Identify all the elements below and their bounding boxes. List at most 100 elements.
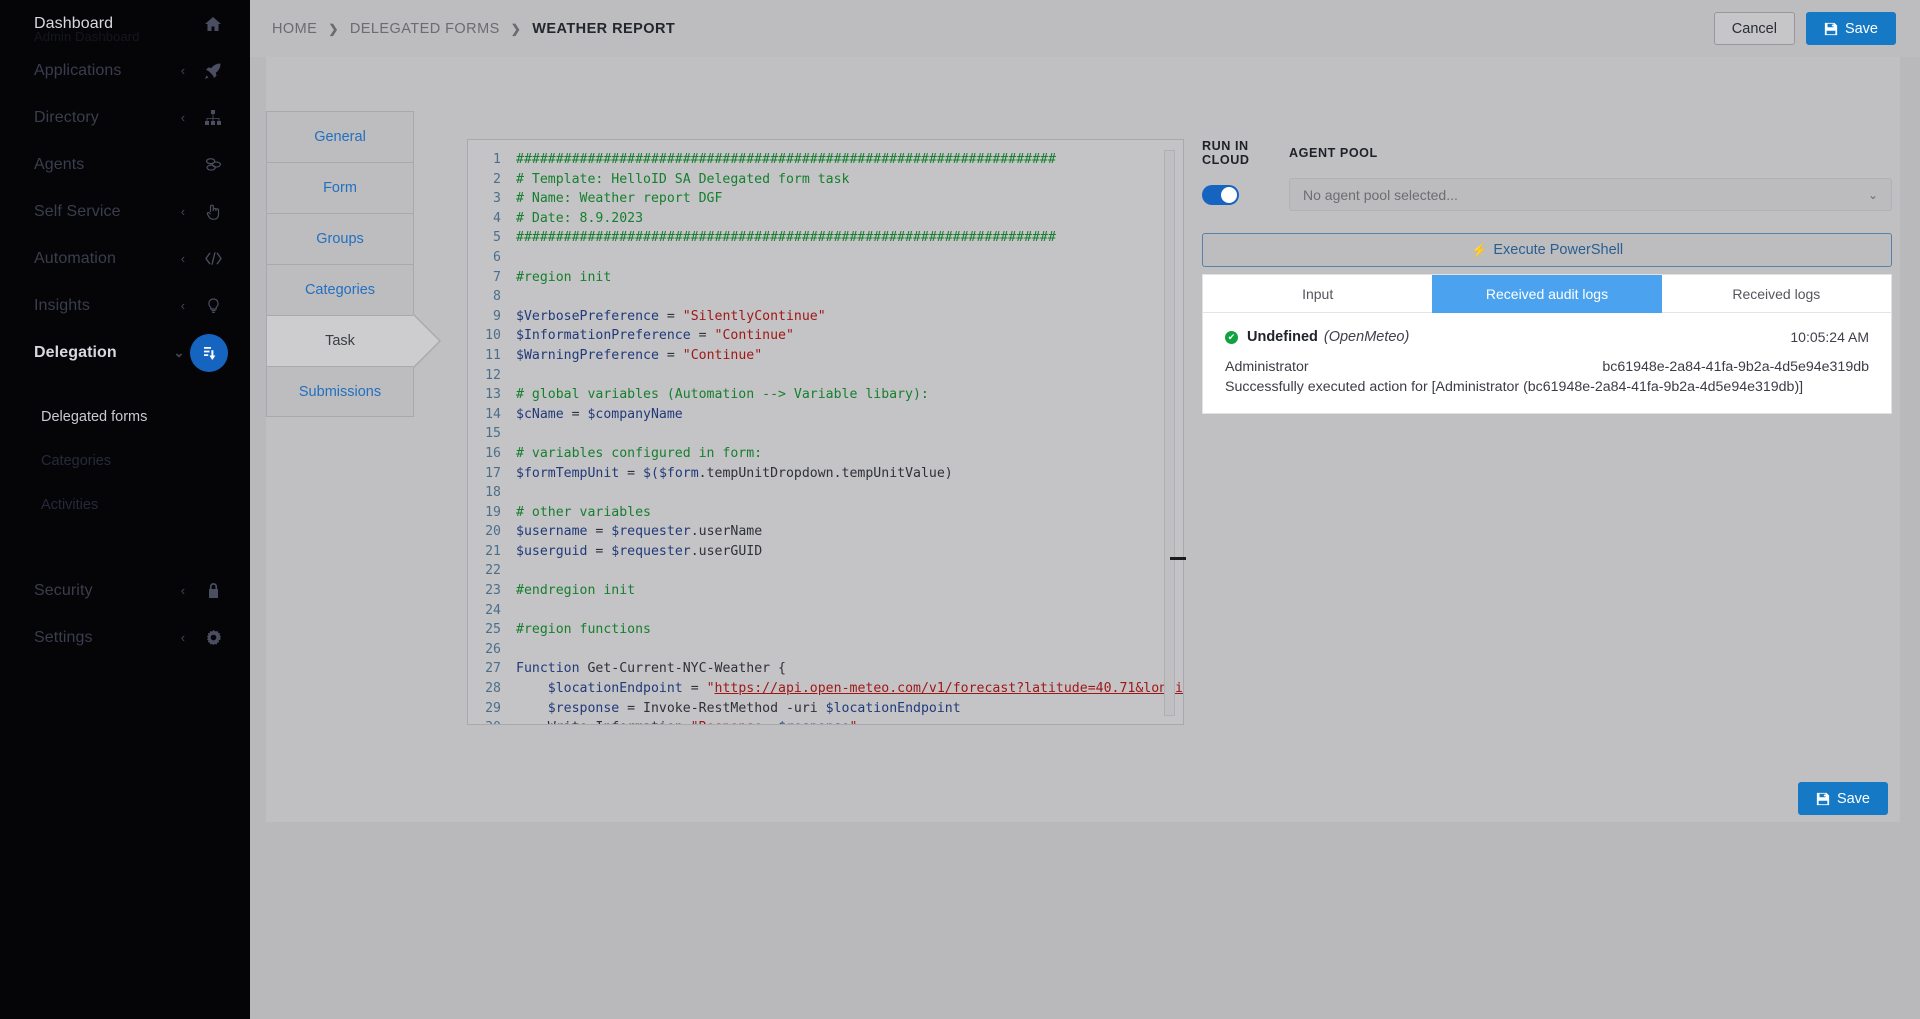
sidebar-item-settings[interactable]: Settings ‹ (0, 614, 250, 661)
editor-scrollbar[interactable] (1164, 150, 1175, 716)
sidebar-item-dashboard[interactable]: Dashboard Admin Dashboard (0, 0, 250, 47)
line-number: 18 (485, 485, 501, 501)
tab-form[interactable]: Form (266, 162, 414, 213)
code-line: 13 # global variables (Automation --> Var… (468, 385, 1183, 405)
code-line: 23 #endregion init (468, 581, 1183, 601)
line-number: 14 (485, 406, 501, 422)
sidebar-gap-2 (0, 527, 250, 567)
code-token: = (587, 543, 612, 559)
bottom-save-button[interactable]: Save (1797, 782, 1888, 815)
toggle-knob (1221, 186, 1237, 203)
cancel-button-label: Cancel (1731, 20, 1777, 37)
log-user-row: Administrator bc61948e-2a84-41fa-9b2a-4d… (1225, 359, 1869, 375)
run-in-cloud-label: RUN IN CLOUD (1202, 139, 1250, 167)
code-token: $InformationPreference (516, 328, 691, 344)
tab-label: Task (325, 333, 355, 349)
code-text: $response = Invoke-RestMethod -uri $loca… (516, 699, 961, 719)
line-number: 1 (493, 152, 501, 167)
line-number: 20 (485, 524, 501, 540)
code-token: $( (643, 465, 659, 481)
sidebar-item-directory[interactable]: Directory ‹ (0, 94, 250, 141)
execute-powershell-label: Execute PowerShell (1493, 242, 1624, 258)
chevron-left-icon: ‹ (180, 63, 186, 78)
code-line: 24 (468, 601, 1183, 621)
lightbulb-icon (198, 297, 228, 314)
code-line: 16 # variables configured in form: (468, 444, 1183, 464)
save-button[interactable]: Save (1805, 12, 1896, 45)
tab-groups[interactable]: Groups (266, 213, 414, 264)
sidebar-item-self-service[interactable]: Self Service ‹ (0, 188, 250, 235)
code-token: https://api.open-meteo.com/v1/forecast?l… (714, 681, 1183, 697)
code-text: #region init (516, 268, 611, 288)
code-token: Get-Current-NYC-Weather { (579, 661, 786, 677)
tab-categories[interactable]: Categories (266, 264, 414, 315)
line-number: 30 (468, 718, 516, 724)
agent-pool-select[interactable]: No agent pool selected... ⌄ (1289, 178, 1892, 211)
tab-submissions[interactable]: Submissions (266, 366, 414, 417)
line-number: 12 (485, 367, 501, 383)
code-token: #region functions (516, 622, 651, 638)
powershell-editor[interactable]: 1 #######################################… (467, 139, 1184, 725)
code-icon (198, 252, 228, 265)
task-panel: General Form Groups Categories Task Submissio… (266, 57, 1900, 822)
line-number: 22 (485, 563, 501, 579)
breadcrumb-item-weather-report: WEATHER REPORT (532, 20, 676, 37)
run-in-cloud-toggle[interactable] (1202, 184, 1239, 205)
log-tab-received-audit-logs[interactable]: Received audit logs (1432, 275, 1662, 313)
line-number: 24 (485, 602, 501, 618)
code-token: $locationEndpoint (547, 681, 683, 697)
line-number: 15 (485, 426, 501, 442)
sidebar-subitem-label: Categories (41, 453, 112, 469)
editor-resize-handle[interactable] (1170, 557, 1186, 560)
sidebar-item-delegation[interactable]: Delegation ⌄ (0, 329, 250, 376)
sidebar-subitem-activities[interactable]: Activities (0, 483, 250, 527)
sidebar-item-label: Security (34, 581, 93, 599)
chevron-left-icon: ‹ (180, 204, 186, 219)
code-token: $WarningPreference (516, 347, 659, 363)
line-number: 9 (493, 308, 501, 324)
code-line: 30 Write-Information "Response: $respons… (468, 718, 1183, 724)
code-lines[interactable]: 1 #######################################… (468, 140, 1183, 724)
sidebar-subitem-delegated-forms[interactable]: Delegated forms (0, 395, 250, 439)
field-labels-row: RUN IN CLOUD AGENT POOL (1202, 139, 1892, 167)
sidebar-item-security[interactable]: Security ‹ (0, 567, 250, 614)
code-token: # other variables (516, 504, 651, 520)
org-chart-icon (198, 109, 228, 126)
sidebar-subitem-categories[interactable]: Categories (0, 439, 250, 483)
tab-general[interactable]: General (266, 111, 414, 162)
code-line: 3 # Name: Weather report DGF (468, 189, 1183, 209)
log-tab-received-logs[interactable]: Received logs (1661, 275, 1891, 313)
rocket-icon (198, 63, 228, 79)
chevron-left-icon: ‹ (180, 630, 186, 645)
execute-powershell-button[interactable]: ⚡ Execute PowerShell (1202, 233, 1892, 267)
code-token: $response (547, 700, 620, 716)
code-token: $requester (611, 524, 691, 540)
log-tab-label: Input (1302, 285, 1334, 302)
log-tab-input[interactable]: Input (1203, 275, 1433, 313)
code-token: "Response: (691, 720, 778, 724)
code-token: # Template: HelloID SA Delegated form ta… (516, 171, 850, 187)
code-text: $InformationPreference = "Continue" (516, 326, 794, 346)
code-text: # other variables (516, 503, 651, 523)
line-number: 28 (485, 681, 501, 697)
breadcrumb-item-delegated-forms[interactable]: DELEGATED FORMS (350, 21, 500, 37)
code-token: Function (516, 661, 580, 677)
sidebar-item-agents[interactable]: Agents (0, 141, 250, 188)
tab-task[interactable]: Task (266, 314, 441, 368)
sidebar-item-applications[interactable]: Applications ‹ (0, 47, 250, 94)
cancel-button[interactable]: Cancel (1713, 12, 1795, 45)
line-number: 11 (485, 347, 501, 363)
line-number: 29 (485, 700, 501, 716)
code-line: 8 (468, 287, 1183, 307)
breadcrumb-item-home[interactable]: HOME (272, 21, 317, 37)
sidebar-item-insights[interactable]: Insights ‹ (0, 282, 250, 329)
sidebar-item-automation[interactable]: Automation ‹ (0, 235, 250, 282)
code-token: Write-Information (516, 720, 691, 724)
code-text: # Template: HelloID SA Delegated form ta… (516, 170, 849, 190)
sidebar-item-label: Insights (34, 296, 90, 314)
gear-icon (198, 630, 228, 645)
log-panel: Input Received audit logs Received logs ✔ … (1202, 274, 1892, 414)
code-token: ########################################… (516, 152, 1056, 167)
line-number: 8 (493, 289, 501, 305)
line-number: 3 (493, 191, 501, 207)
